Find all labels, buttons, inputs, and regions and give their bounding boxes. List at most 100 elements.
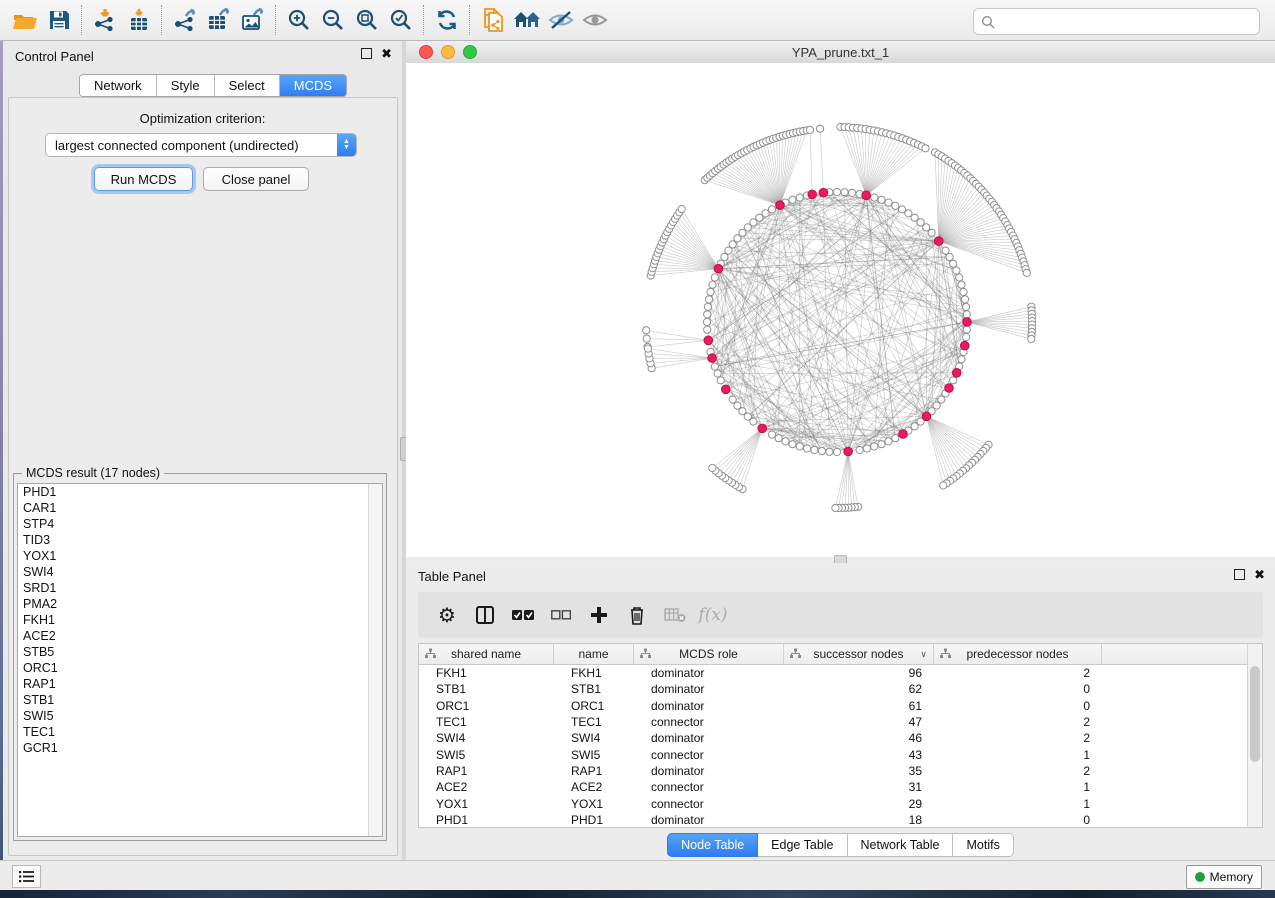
table-cell[interactable]: dominator <box>634 699 784 713</box>
table-row[interactable]: YOX1YOX1connector291 <box>419 795 1262 811</box>
table-cell[interactable]: 0 <box>934 699 1102 713</box>
table-cell[interactable]: connector <box>634 780 784 794</box>
delete-column-icon[interactable] <box>618 597 656 633</box>
table-cell[interactable]: ORC1 <box>419 699 554 713</box>
zoom-fit-icon[interactable] <box>350 4 384 36</box>
table-cell[interactable]: YOX1 <box>419 797 554 811</box>
scrollbar-thumb[interactable] <box>1250 666 1260 762</box>
table-cell[interactable]: 2 <box>934 731 1102 745</box>
tab-motifs[interactable]: Motifs <box>953 833 1013 857</box>
table-cell[interactable]: 96 <box>784 666 934 680</box>
close-panel-button[interactable]: Close panel <box>203 167 309 191</box>
refresh-icon[interactable] <box>430 4 464 36</box>
column-header[interactable]: successor nodes∨ <box>784 644 934 664</box>
mcds-result-item[interactable]: RAP1 <box>18 676 382 692</box>
table-vertical-scrollbar[interactable] <box>1247 644 1262 827</box>
mcds-result-item[interactable]: SRD1 <box>18 580 382 596</box>
table-cell[interactable]: SWI4 <box>419 731 554 745</box>
table-cell[interactable]: ACE2 <box>419 780 554 794</box>
table-cell[interactable]: PHD1 <box>419 813 554 827</box>
table-cell[interactable]: YOX1 <box>554 797 634 811</box>
table-cell[interactable]: 47 <box>784 715 934 729</box>
table-cell[interactable]: SWI5 <box>554 748 634 762</box>
tab-network-table[interactable]: Network Table <box>848 833 954 857</box>
mcds-result-item[interactable]: SWI4 <box>18 564 382 580</box>
first-neighbors-icon[interactable] <box>510 4 544 36</box>
export-network-icon[interactable] <box>168 4 202 36</box>
mcds-result-item[interactable]: ACE2 <box>18 628 382 644</box>
table-cell[interactable]: 62 <box>784 682 934 696</box>
search-input[interactable] <box>995 12 1259 31</box>
criterion-dropdown[interactable]: largest connected component (undirected)… <box>45 133 357 157</box>
table-cell[interactable]: dominator <box>634 731 784 745</box>
memory-button[interactable]: Memory <box>1186 865 1262 889</box>
show-column-icon[interactable] <box>466 597 504 633</box>
mcds-result-item[interactable]: SWI5 <box>18 708 382 724</box>
mcds-result-item[interactable]: TEC1 <box>18 724 382 740</box>
import-table-icon[interactable] <box>122 4 156 36</box>
close-panel-icon[interactable]: ✖ <box>381 49 392 58</box>
table-cell[interactable]: PHD1 <box>554 813 634 827</box>
table-cell[interactable]: dominator <box>634 813 784 827</box>
delete-table-icon[interactable] <box>656 597 694 633</box>
task-history-button[interactable] <box>12 865 41 888</box>
table-cell[interactable]: TEC1 <box>419 715 554 729</box>
tab-node-table[interactable]: Node Table <box>667 833 758 857</box>
network-window-titlebar[interactable]: YPA_prune.txt_1 <box>406 41 1275 64</box>
tab-edge-table[interactable]: Edge Table <box>758 833 847 857</box>
table-cell[interactable]: 0 <box>934 813 1102 827</box>
tab-select[interactable]: Select <box>215 75 280 96</box>
mcds-result-item[interactable]: FKH1 <box>18 612 382 628</box>
zoom-selected-icon[interactable] <box>384 4 418 36</box>
table-cell[interactable]: 46 <box>784 731 934 745</box>
table-cell[interactable]: 2 <box>934 715 1102 729</box>
table-cell[interactable]: 31 <box>784 780 934 794</box>
settings-icon[interactable]: ⚙ <box>428 597 466 633</box>
tab-network[interactable]: Network <box>80 75 157 96</box>
maximize-window-icon[interactable] <box>463 45 477 59</box>
float-panel-icon[interactable] <box>361 48 372 59</box>
table-cell[interactable]: connector <box>634 797 784 811</box>
mcds-result-item[interactable]: TID3 <box>18 532 382 548</box>
table-cell[interactable]: connector <box>634 748 784 762</box>
network-canvas[interactable] <box>406 63 1275 557</box>
zoom-in-icon[interactable] <box>282 4 316 36</box>
table-row[interactable]: ACE2ACE2connector311 <box>419 779 1262 795</box>
tab-style[interactable]: Style <box>157 75 215 96</box>
table-cell[interactable]: RAP1 <box>419 764 554 778</box>
function-builder-icon[interactable]: f(x) <box>694 597 732 633</box>
save-session-icon[interactable] <box>42 4 76 36</box>
table-cell[interactable]: FKH1 <box>554 666 634 680</box>
import-network-icon[interactable] <box>88 4 122 36</box>
table-row[interactable]: FKH1FKH1dominator962 <box>419 665 1262 681</box>
mcds-list-scrollbar[interactable] <box>368 484 382 836</box>
mcds-result-item[interactable]: STB1 <box>18 692 382 708</box>
table-cell[interactable]: SWI4 <box>554 731 634 745</box>
deselect-all-checkboxes-icon[interactable] <box>542 597 580 633</box>
table-row[interactable]: PHD1PHD1dominator180 <box>419 812 1262 828</box>
add-column-icon[interactable] <box>580 597 618 633</box>
mcds-result-item[interactable]: STB5 <box>18 644 382 660</box>
table-row[interactable]: TEC1TEC1connector472 <box>419 714 1262 730</box>
mcds-result-item[interactable]: YOX1 <box>18 548 382 564</box>
table-cell[interactable]: connector <box>634 715 784 729</box>
select-all-checkboxes-icon[interactable] <box>504 597 542 633</box>
mcds-result-item[interactable]: CAR1 <box>18 500 382 516</box>
table-cell[interactable]: 1 <box>934 797 1102 811</box>
table-cell[interactable]: 0 <box>934 682 1102 696</box>
column-header[interactable]: predecessor nodes <box>934 644 1102 664</box>
mcds-result-item[interactable]: ORC1 <box>18 660 382 676</box>
zoom-out-icon[interactable] <box>316 4 350 36</box>
mcds-result-list[interactable]: PHD1CAR1STP4TID3YOX1SWI4SRD1PMA2FKH1ACE2… <box>17 483 383 837</box>
table-cell[interactable]: 18 <box>784 813 934 827</box>
show-all-icon[interactable] <box>578 4 612 36</box>
mcds-result-item[interactable]: PMA2 <box>18 596 382 612</box>
table-cell[interactable]: 2 <box>934 666 1102 680</box>
export-image-icon[interactable] <box>236 4 270 36</box>
run-mcds-button[interactable]: Run MCDS <box>94 167 193 191</box>
mcds-result-item[interactable]: PHD1 <box>18 484 382 500</box>
tab-mcds[interactable]: MCDS <box>280 75 346 96</box>
table-cell[interactable]: TEC1 <box>554 715 634 729</box>
float-panel-icon[interactable] <box>1234 569 1245 580</box>
table-cell[interactable]: dominator <box>634 764 784 778</box>
